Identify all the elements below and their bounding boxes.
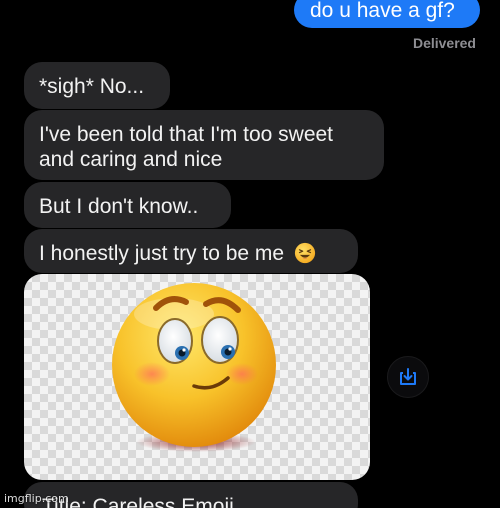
received-message-text: I honestly just try to be me xyxy=(39,242,285,265)
image-attachment[interactable] xyxy=(24,274,370,480)
image-caption-bubble[interactable]: Title: Careless Emoji xyxy=(24,482,358,508)
received-message-text: *sigh* No... xyxy=(39,75,145,98)
save-image-button[interactable] xyxy=(387,356,429,398)
message-thread: do u have a gf? Delivered *sigh* No... I… xyxy=(0,0,500,508)
received-message-bubble[interactable]: *sigh* No... xyxy=(24,62,170,109)
delivery-status: Delivered xyxy=(412,35,476,51)
received-message-bubble[interactable]: I honestly just try to be me xyxy=(24,229,358,273)
received-message-bubble[interactable]: I've been told that I'm too sweet and ca… xyxy=(24,110,384,180)
received-message-bubble[interactable]: But I don't know.. xyxy=(24,182,231,228)
sent-message-text: do u have a gf? xyxy=(310,0,455,22)
received-message-text: But I don't know.. xyxy=(39,195,199,218)
received-message-text: I've been told that I'm too sweet and ca… xyxy=(39,123,334,171)
download-to-tray-icon xyxy=(400,368,416,385)
shy-smiling-face-emoji-icon xyxy=(112,283,276,452)
watermark: imgflip.com xyxy=(4,492,69,505)
laughing-squinting-face-emoji-icon xyxy=(294,242,316,264)
sent-message-bubble[interactable]: do u have a gf? xyxy=(294,0,480,28)
image-caption-text: Title: Careless Emoji xyxy=(42,495,234,508)
